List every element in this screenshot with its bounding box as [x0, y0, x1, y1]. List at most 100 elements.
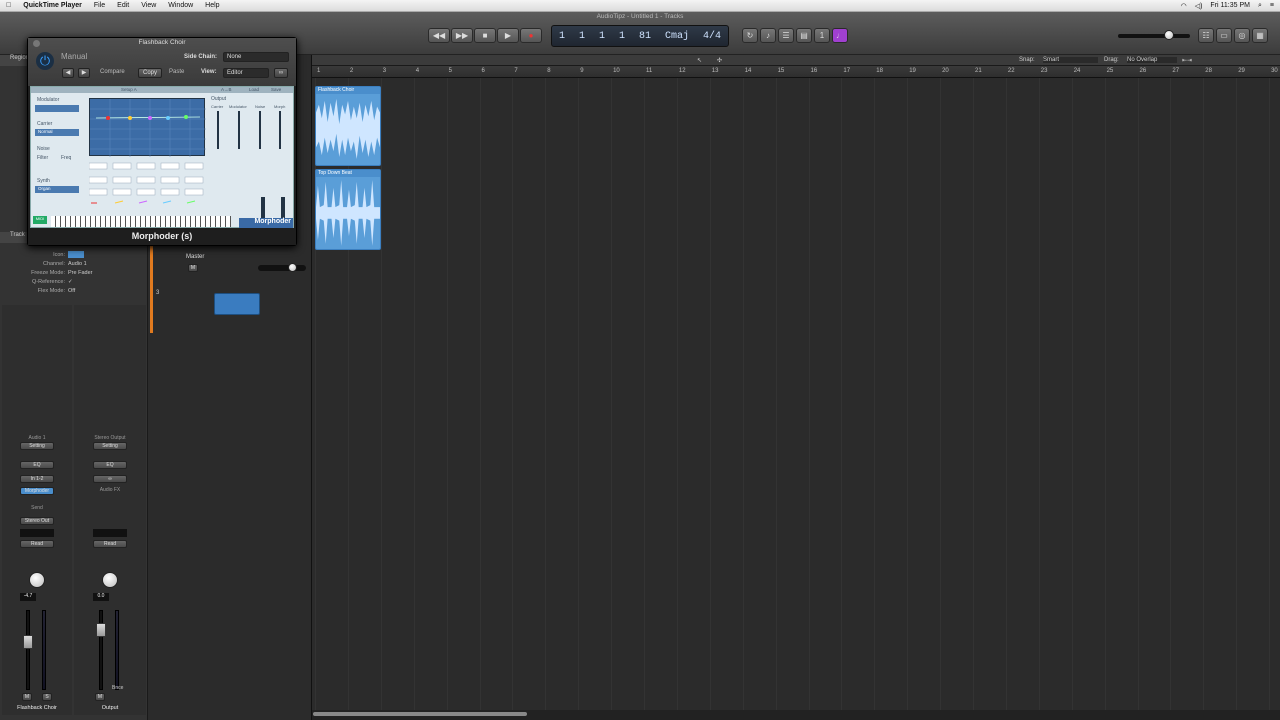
morph-fader[interactable]: [279, 111, 281, 149]
browser-icon[interactable]: ▦: [1252, 28, 1268, 43]
mute-button[interactable]: M: [22, 693, 32, 701]
lcd-display[interactable]: 1 1 1 1 81 Cmaj 4/4: [551, 25, 729, 47]
view-select[interactable]: Editor: [223, 68, 269, 78]
master-volume-handle[interactable]: [1164, 30, 1174, 40]
paste-button[interactable]: Paste: [169, 69, 184, 75]
param-row[interactable]: Freeze Mode: Pre Fader: [0, 268, 148, 277]
forward-button[interactable]: ▶▶: [451, 28, 473, 43]
snap-select[interactable]: Smart: [1043, 57, 1098, 63]
carrier-select[interactable]: Normal: [35, 129, 79, 136]
band-handle[interactable]: [148, 116, 152, 120]
loop-browser-icon[interactable]: ◎: [1234, 28, 1250, 43]
menu-app[interactable]: QuickTime Player: [17, 2, 88, 9]
menu-file[interactable]: File: [88, 2, 111, 9]
stop-button[interactable]: ■: [474, 28, 496, 43]
track-icon[interactable]: [68, 251, 84, 258]
param-row[interactable]: Q-Reference: ✓: [0, 277, 148, 286]
side-chain-select[interactable]: None: [223, 52, 289, 62]
menu-window[interactable]: Window: [162, 2, 199, 9]
tuner-icon[interactable]: ♪: [760, 28, 776, 43]
menubar-clock[interactable]: Fri 11:35 PM: [1210, 2, 1250, 9]
param-row[interactable]: Channel: Audio 1: [0, 259, 148, 268]
prev-preset-button[interactable]: ◀: [62, 68, 74, 78]
group-slot[interactable]: [20, 529, 54, 537]
band-handle[interactable]: [128, 116, 132, 120]
list-editors-icon[interactable]: ☷: [1198, 28, 1214, 43]
zoom-icon[interactable]: ⇤⇥: [1182, 57, 1192, 64]
volume-fader[interactable]: [23, 635, 33, 649]
count-in-icon[interactable]: 1: [814, 28, 830, 43]
eq-button[interactable]: EQ: [93, 461, 127, 469]
bounce-button[interactable]: Bnce: [112, 685, 130, 691]
preset-menu[interactable]: Manual: [61, 52, 176, 63]
notepad-icon[interactable]: ▭: [1216, 28, 1232, 43]
eq-graph[interactable]: [89, 98, 206, 157]
rewind-button[interactable]: ◀◀: [428, 28, 450, 43]
setting-button[interactable]: Setting: [93, 442, 127, 450]
compare-button[interactable]: Compare: [100, 69, 125, 75]
link-icon[interactable]: ∞: [274, 68, 288, 78]
bar-ruler[interactable]: 1 2 3 4 5 6 7 8 9 10 11 12 13 14 15 16 17 18 19 20 21 22 23 24 2…: [312, 66, 1280, 78]
output-slot[interactable]: Stereo Out: [20, 517, 54, 525]
mute-button[interactable]: M: [95, 693, 105, 701]
master-mute-button[interactable]: M: [188, 264, 198, 272]
menu-help[interactable]: Help: [199, 2, 225, 9]
pencil-tool-icon[interactable]: ✣: [717, 57, 722, 64]
close-icon[interactable]: [33, 40, 40, 47]
apple-icon[interactable]: : [0, 2, 17, 9]
setting-button[interactable]: Setting: [20, 442, 54, 450]
cycle-button[interactable]: ↻: [742, 28, 758, 43]
menu-edit[interactable]: Edit: [111, 2, 135, 9]
waveform-icon[interactable]: [214, 293, 260, 315]
drag-select[interactable]: No Overlap: [1127, 57, 1177, 63]
piano-keyboard[interactable]: [51, 216, 231, 227]
master-volume-slider[interactable]: [1118, 34, 1190, 38]
automation-mode[interactable]: Read: [93, 540, 127, 548]
replace-icon[interactable]: ▤: [796, 28, 812, 43]
volume-fader[interactable]: [96, 623, 106, 637]
solo-button[interactable]: S: [42, 693, 52, 701]
pan-knob[interactable]: [29, 572, 45, 588]
modulator-select[interactable]: [35, 105, 79, 112]
modulator-fader[interactable]: [238, 111, 240, 149]
play-button[interactable]: ▶: [497, 28, 519, 43]
plugin-title[interactable]: Flashback Choir: [28, 39, 296, 46]
copy-button[interactable]: Copy: [138, 68, 162, 78]
volume-fader-track[interactable]: [99, 610, 103, 690]
param-row[interactable]: Flex Mode: Off: [0, 286, 148, 295]
search-icon[interactable]: ⌕: [1258, 2, 1262, 10]
automation-mode[interactable]: Read: [20, 540, 54, 548]
next-preset-button[interactable]: ▶: [78, 68, 90, 78]
group-slot[interactable]: [93, 529, 127, 537]
pointer-tool-icon[interactable]: ↖: [697, 57, 702, 64]
scrollbar-thumb[interactable]: [313, 712, 527, 716]
link-icon[interactable]: ∞: [93, 475, 127, 483]
noise-fader[interactable]: [259, 111, 261, 149]
input-slot[interactable]: In 1-2: [20, 475, 54, 483]
eq-button[interactable]: EQ: [20, 461, 54, 469]
power-icon[interactable]: ⏻: [36, 52, 54, 70]
master-volume-knob[interactable]: [288, 263, 297, 272]
wifi-icon[interactable]: ◠: [1181, 2, 1187, 10]
param-row[interactable]: Icon:: [0, 250, 148, 259]
list-icon[interactable]: ≡: [1270, 2, 1274, 9]
volume-icon[interactable]: ◁): [1195, 2, 1203, 10]
volume-value[interactable]: -4.7: [20, 593, 36, 601]
volume-fader-track[interactable]: [26, 610, 30, 690]
solo-icon[interactable]: ☰: [778, 28, 794, 43]
plugin-slot[interactable]: Morphoder: [20, 487, 54, 495]
region-top-down-beat[interactable]: Top Down Beat: [315, 169, 381, 250]
pan-knob[interactable]: [102, 572, 118, 588]
synth-select[interactable]: Organ: [35, 186, 79, 193]
band-handle[interactable]: [166, 116, 170, 120]
band-handle[interactable]: [184, 115, 188, 119]
band-handle[interactable]: [106, 116, 110, 120]
metronome-icon[interactable]: ♩: [832, 28, 848, 43]
master-volume-slider[interactable]: [258, 265, 306, 271]
volume-value[interactable]: 0.0: [93, 593, 109, 601]
carrier-fader[interactable]: [217, 111, 219, 149]
record-button[interactable]: ●: [520, 28, 542, 43]
menu-view[interactable]: View: [135, 2, 162, 9]
tracks-area[interactable]: [312, 78, 1280, 710]
region-flashback-choir[interactable]: Flashback Choir: [315, 86, 381, 166]
